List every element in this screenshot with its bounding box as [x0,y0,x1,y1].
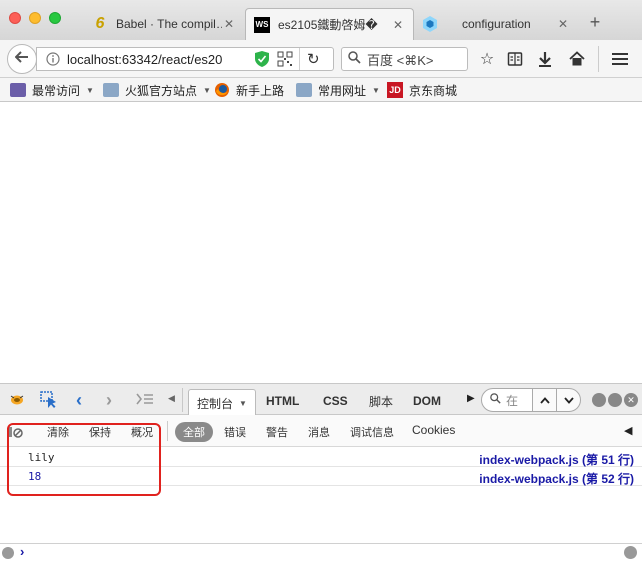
tab-babel[interactable]: 6 Babel · The compil… ✕ [84,8,244,40]
bookmark-common-sites[interactable]: 常用网址 ▼ [296,81,380,99]
filter-info[interactable]: 消息 [308,424,330,440]
tab-css[interactable]: CSS [323,390,348,412]
tab-es2105[interactable]: WS es2105鐵動啓姆� ✕ [245,8,414,40]
bookmark-firefox-official[interactable]: 火狐官方站点 ▼ [103,81,211,99]
highlight-annotation [7,423,161,496]
tab-script[interactable]: 脚本 [369,390,393,412]
back-button[interactable] [7,44,37,74]
close-tab-icon[interactable]: ✕ [556,17,570,31]
step-icon[interactable] [136,393,154,408]
console-command-line[interactable]: › [0,543,642,561]
tab-title: Babel · The compil… [116,17,222,31]
back-arrow-icon [14,50,29,69]
download-icon[interactable] [535,49,555,69]
expand-command-icon[interactable] [624,546,637,559]
chevron-down-icon: ▼ [203,85,211,95]
prompt-icon: › [20,544,25,559]
zoom-window-button[interactable] [49,12,61,24]
filter-warnings[interactable]: 警告 [266,424,288,440]
info-icon[interactable] [43,52,63,66]
bookmarks-toolbar: 最常访问 ▼ 火狐官方站点 ▼ 新手上路 常用网址 ▼ JD 京东商城 [0,78,642,102]
bookmark-most-visited[interactable]: 最常访问 ▼ [10,81,94,99]
toolbar-divider [598,46,599,72]
inspect-element-icon[interactable] [40,391,58,412]
search-next-button[interactable] [556,388,581,412]
bookmark-star-icon[interactable]: ☆ [477,49,497,69]
divider [182,388,183,412]
navigation-bar: localhost:63342/react/es20 ↻ 百度 <⌘K> ☆ [0,40,642,78]
scroll-left-icon[interactable]: ◀ [168,393,175,404]
command-menu-icon[interactable] [2,547,14,559]
scroll-right-icon[interactable]: ▶ [467,393,475,404]
reading-list-icon[interactable] [505,49,525,69]
webpack-icon [422,16,438,32]
tab-label: 控制台 [197,396,234,411]
search-prev-button[interactable] [532,388,557,412]
search-icon [348,51,361,67]
close-window-button[interactable] [9,12,21,24]
babel-icon: 6 [95,15,105,32]
close-tab-icon[interactable]: ✕ [222,17,236,31]
bookmark-getting-started[interactable]: 新手上路 [214,81,284,99]
filter-errors[interactable]: 错误 [224,424,246,440]
collapse-icon[interactable]: ◀ [624,424,632,437]
bookmark-label: 新手上路 [236,83,285,98]
bookmark-label: 最常访问 [32,83,81,98]
page-content [0,103,642,383]
url-text: localhost:63342/react/es20 [67,51,223,67]
jd-logo-icon: JD [387,82,403,98]
shield-icon[interactable] [255,51,269,70]
tab-configuration[interactable]: configuration ✕ [414,8,578,40]
divider [167,421,168,441]
detach-panel-icon[interactable] [608,393,622,407]
folder-icon [103,83,119,97]
minimize-panel-icon[interactable] [592,393,606,407]
search-placeholder: 在 [506,393,519,408]
bookmark-label: 火狐官方站点 [125,83,198,98]
menu-icon[interactable] [610,49,630,69]
forward-icon[interactable]: › [106,390,112,411]
log-source-link[interactable]: index-webpack.js (第 52 行) [479,470,634,487]
chevron-down-icon: ▼ [86,85,94,95]
console-search-input[interactable]: 在 [481,388,533,412]
devtools-toolbar: ‹ › ◀ 控制台 ▼ HTML CSS 脚本 DOM ▶ 在 ✕ [0,383,642,416]
bookmark-label: 京东商城 [409,83,458,98]
close-panel-icon[interactable]: ✕ [624,393,638,407]
chevron-down-icon: ▼ [239,398,247,408]
firebug-icon[interactable] [9,392,25,409]
home-icon[interactable] [567,49,587,69]
tab-title: es2105鐵動啓姆� [278,18,378,32]
url-divider [299,48,300,70]
bookmark-jd[interactable]: JD 京东商城 [387,81,457,99]
folder-icon [296,83,312,97]
search-placeholder: 百度 <⌘K> [367,52,434,68]
tab-title: configuration [462,17,531,31]
back-icon[interactable]: ‹ [76,390,82,411]
filter-cookies[interactable]: Cookies [412,423,455,437]
minimize-window-button[interactable] [29,12,41,24]
tab-console[interactable]: 控制台 ▼ [188,389,256,416]
filter-debug[interactable]: 调试信息 [350,424,394,440]
log-source-link[interactable]: index-webpack.js (第 51 行) [479,451,634,468]
webstorm-icon: WS [254,16,270,33]
filter-all[interactable]: 全部 [175,422,213,442]
bookmark-label: 常用网址 [318,83,367,98]
close-tab-icon[interactable]: ✕ [391,18,405,32]
qr-code-icon[interactable] [277,51,293,70]
tab-dom[interactable]: DOM [413,390,441,412]
search-icon [490,393,501,407]
chevron-down-icon: ▼ [372,85,380,95]
firefox-icon [214,82,230,98]
tab-html[interactable]: HTML [266,390,299,412]
folder-icon [10,83,26,97]
search-field[interactable]: 百度 <⌘K> [341,47,468,71]
new-tab-button[interactable]: + [585,12,605,33]
address-bar[interactable]: localhost:63342/react/es20 ↻ [36,47,334,71]
reload-icon[interactable]: ↻ [307,50,320,68]
tab-strip: 6 Babel · The compil… ✕ WS es2105鐵動啓姆� ✕… [0,0,642,40]
